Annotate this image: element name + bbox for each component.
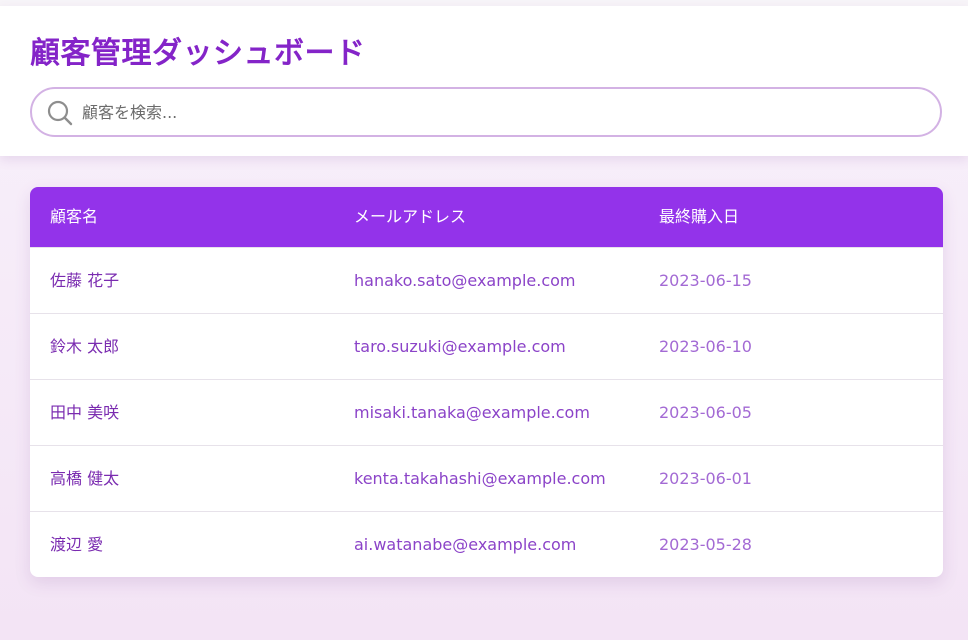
customer-email: misaki.tanaka@example.com (354, 403, 590, 422)
customer-email: taro.suzuki@example.com (354, 337, 566, 356)
search-box[interactable] (30, 87, 942, 137)
customer-email: kenta.takahashi@example.com (354, 469, 606, 488)
customer-name: 渡辺 愛 (50, 535, 104, 554)
page-title: 顧客管理ダッシュボード (30, 36, 366, 71)
last-purchase-date: 2023-06-10 (659, 337, 752, 356)
column-header-last-purchase[interactable]: 最終購入日 (659, 187, 739, 247)
customer-email: hanako.sato@example.com (354, 271, 576, 290)
table-header: 顧客名 メールアドレス 最終購入日 (30, 187, 943, 247)
header: 顧客管理ダッシュボード (0, 6, 968, 156)
customer-name: 高橋 健太 (50, 469, 120, 488)
table-row[interactable]: 高橋 健太 kenta.takahashi@example.com 2023-0… (30, 445, 943, 511)
customer-name: 佐藤 花子 (50, 271, 120, 290)
customer-email: ai.watanabe@example.com (354, 535, 577, 554)
search-icon (47, 100, 73, 126)
table-row[interactable]: 田中 美咲 misaki.tanaka@example.com 2023-06-… (30, 379, 943, 445)
last-purchase-date: 2023-06-01 (659, 469, 752, 488)
column-header-email[interactable]: メールアドレス (354, 187, 466, 247)
table-row[interactable]: 佐藤 花子 hanako.sato@example.com 2023-06-15 (30, 247, 943, 313)
table-row[interactable]: 渡辺 愛 ai.watanabe@example.com 2023-05-28 (30, 511, 943, 577)
last-purchase-date: 2023-06-15 (659, 271, 752, 290)
search-input[interactable] (82, 89, 922, 135)
customer-name: 田中 美咲 (50, 403, 120, 422)
last-purchase-date: 2023-05-28 (659, 535, 752, 554)
last-purchase-date: 2023-06-05 (659, 403, 752, 422)
customer-table: 顧客名 メールアドレス 最終購入日 佐藤 花子 hanako.sato@exam… (30, 187, 943, 577)
customer-name: 鈴木 太郎 (50, 337, 120, 356)
column-header-name[interactable]: 顧客名 (50, 187, 98, 247)
table-row[interactable]: 鈴木 太郎 taro.suzuki@example.com 2023-06-10 (30, 313, 943, 379)
